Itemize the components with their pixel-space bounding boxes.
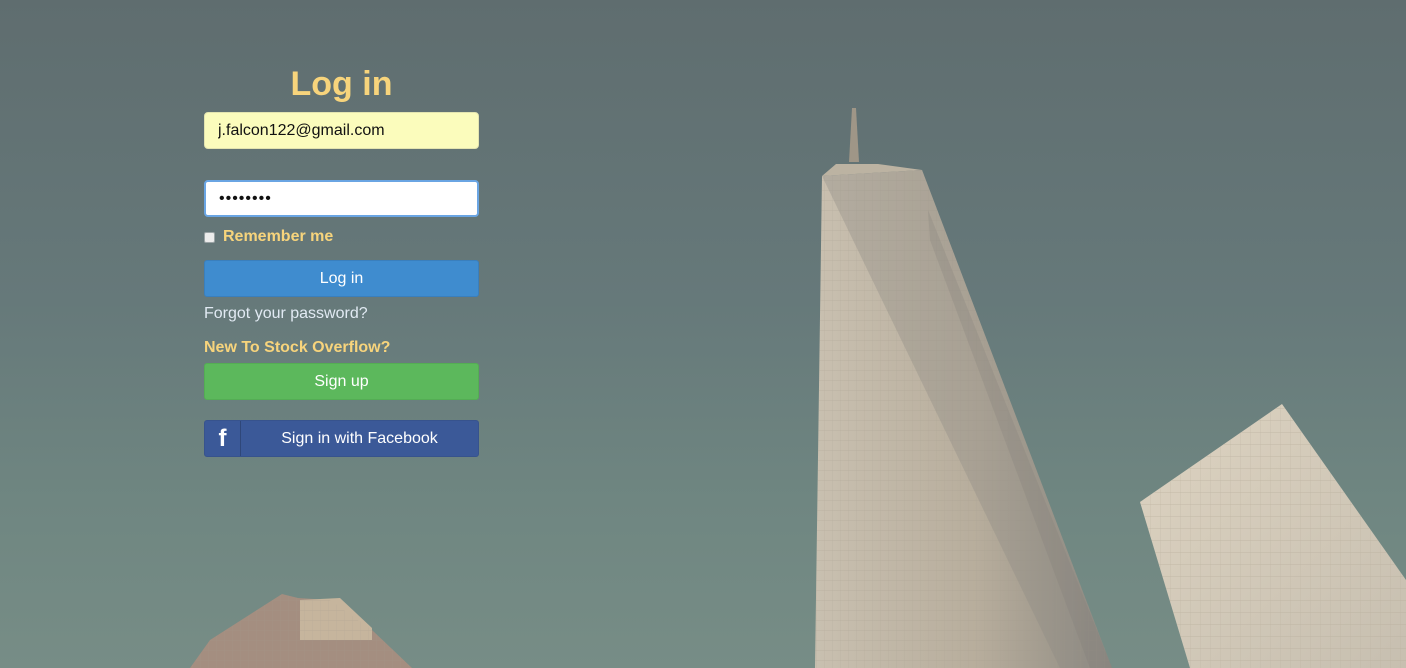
left-building [190, 594, 412, 668]
password-field[interactable] [204, 180, 479, 217]
remember-me-row[interactable]: Remember me [204, 227, 479, 247]
facebook-icon: f [205, 421, 241, 456]
signup-button[interactable]: Sign up [204, 363, 479, 400]
right-building [1140, 404, 1406, 668]
login-button[interactable]: Log in [204, 260, 479, 297]
new-to-text: New To Stock Overflow? [204, 339, 391, 356]
login-form: Log in Remember me Log in Forgot your pa… [204, 60, 479, 457]
remember-me-checkbox[interactable] [204, 231, 215, 243]
facebook-signin-button[interactable]: f Sign in with Facebook [204, 420, 479, 457]
forgot-password-link[interactable]: Forgot your password? [204, 304, 479, 324]
login-page: Log in Remember me Log in Forgot your pa… [0, 0, 1406, 668]
email-field[interactable] [204, 112, 479, 149]
page-title: Log in [290, 65, 393, 103]
facebook-signin-label: Sign in with Facebook [281, 430, 438, 447]
remember-me-label[interactable]: Remember me [223, 228, 333, 246]
tower-building [815, 108, 1112, 668]
